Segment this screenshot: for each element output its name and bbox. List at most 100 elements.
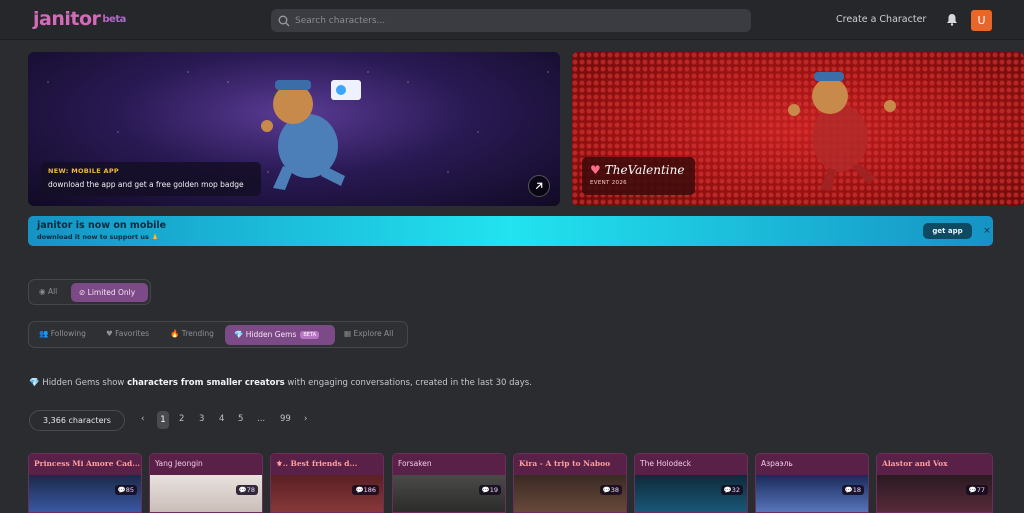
gem-icon: 💎 — [234, 330, 246, 339]
chat-icon: 💬 — [481, 486, 490, 494]
get-app-button[interactable]: get app — [923, 223, 972, 239]
banner-tag: NEW: MOBILE APP — [48, 167, 119, 175]
mobile-announcement-strip: janitor is now on mobile download it now… — [28, 216, 993, 246]
chat-icon: 💬 — [968, 486, 977, 494]
page-99-button[interactable]: 99 — [280, 414, 291, 424]
filter-all-label: All — [47, 287, 58, 296]
chat-icon: 💬 — [844, 486, 853, 494]
chat-count: 💬77 — [965, 485, 988, 495]
mobile-app-banner-caption: NEW: MOBILE APP download the app and get… — [41, 162, 261, 196]
chat-count-value: 78 — [246, 486, 255, 494]
valentine-banner-caption: ♥ TheValentine EVENT 2026 — [582, 157, 695, 195]
chat-count-value: 19 — [489, 486, 498, 494]
tab-explore-all-label: Explore All — [353, 329, 394, 338]
search-input[interactable] — [295, 15, 735, 26]
page-4-button[interactable]: 4 — [219, 414, 224, 424]
card-title: The Holodeck — [635, 454, 747, 475]
character-card[interactable]: Princess Mi Amore Cad... 💬85 — [28, 453, 142, 513]
tab-trending-label: Trending — [181, 329, 214, 338]
arrow-up-right-icon — [535, 182, 543, 190]
beta-badge: beta — [102, 14, 126, 25]
card-title: Yang Jeongin — [150, 454, 262, 475]
hidden-gems-description: 💎 Hidden Gems show characters from small… — [29, 378, 532, 388]
valentine-title: ♥ TheValentine — [590, 163, 687, 177]
chat-icon: 💬 — [117, 486, 126, 494]
chat-count-value: 186 — [363, 486, 376, 494]
prev-page-button[interactable]: ‹ — [141, 414, 144, 424]
character-card[interactable]: ⚜.. Best friends d... 💬186 — [270, 453, 384, 513]
chat-count: 💬85 — [114, 485, 137, 495]
chat-icon: 💬 — [602, 486, 611, 494]
card-title: ⚜.. Best friends d... — [271, 454, 383, 475]
filter-limited-label: Limited Only — [87, 288, 136, 297]
eye-off-icon: ⊘ — [79, 288, 88, 297]
janitor-logo[interactable]: janitor beta — [33, 8, 126, 30]
character-card[interactable]: Kira - A trip to Naboo 💬38 — [513, 453, 627, 513]
valentine-title-text: TheValentine — [604, 163, 685, 177]
tab-explore-all[interactable]: ▦ Explore All — [344, 329, 393, 338]
tab-following[interactable]: 👥 Following — [39, 329, 86, 338]
hg-prefix: Hidden Gems show — [42, 378, 128, 388]
open-banner-button[interactable] — [528, 175, 550, 197]
character-card[interactable]: Yang Jeongin 💬78 — [149, 453, 263, 513]
next-page-button[interactable]: › — [304, 414, 307, 424]
character-count: 3,366 characters — [29, 410, 125, 431]
chat-count: 💬78 — [235, 485, 258, 495]
heart-icon: ♥ — [106, 329, 116, 338]
character-card[interactable]: Forsaken 💬19 — [392, 453, 506, 513]
discovery-tabs: 👥 Following ♥ Favorites 🔥 Trending 💎 Hid… — [28, 321, 408, 348]
chat-count: 💬186 — [352, 485, 379, 495]
tab-following-label: Following — [50, 329, 86, 338]
page-2-button[interactable]: 2 — [179, 414, 184, 424]
card-title: Princess Mi Amore Cad... — [29, 454, 141, 475]
strip-subtitle: download it now to support us 🙏 — [37, 233, 160, 241]
card-title: Азраэль — [756, 454, 868, 475]
valentine-subtitle: EVENT 2026 — [590, 180, 627, 186]
character-card[interactable]: The Holodeck 💬32 — [634, 453, 748, 513]
chat-count: 💬19 — [478, 485, 501, 495]
page-5-button[interactable]: 5 — [238, 414, 243, 424]
hg-bold: characters from smaller creators — [127, 378, 285, 388]
chat-count-value: 77 — [976, 486, 985, 494]
beta-badge: BETA — [300, 331, 320, 339]
chat-icon: 💬 — [355, 486, 364, 494]
flame-icon: 🔥 — [170, 329, 182, 338]
filter-all-option[interactable]: ◉ All — [39, 287, 57, 296]
tab-hidden-gems[interactable]: 💎 Hidden Gems BETA — [225, 325, 335, 345]
character-card[interactable]: Alastor and Vox 💬77 — [876, 453, 993, 513]
chat-count-value: 32 — [731, 486, 740, 494]
chat-count-value: 38 — [610, 486, 619, 494]
top-header: janitorbeta Create a Character U — [0, 0, 1024, 40]
chat-count: 💬18 — [841, 485, 864, 495]
banner-description: download the app and get a free golden m… — [48, 180, 244, 189]
page-3-button[interactable]: 3 — [199, 414, 204, 424]
bell-icon[interactable] — [946, 13, 958, 26]
strip-title: janitor is now on mobile — [37, 220, 167, 231]
chat-icon: 💬 — [723, 486, 732, 494]
chat-count-value: 85 — [125, 486, 134, 494]
close-strip-button[interactable]: × — [980, 223, 994, 239]
page-1-button[interactable]: 1 — [157, 411, 169, 429]
search-icon — [278, 15, 290, 26]
card-title: Kira - A trip to Naboo — [514, 454, 626, 475]
tab-favorites-label: Favorites — [115, 329, 149, 338]
search-bar[interactable] — [271, 9, 751, 32]
gem-icon: 💎 — [29, 378, 43, 388]
heart-icon: ♥ — [590, 163, 601, 177]
chat-count-value: 18 — [852, 486, 861, 494]
eye-icon: ◉ — [39, 287, 48, 296]
mascot-rose-bed-illustration — [788, 72, 896, 190]
pagination-ellipsis: ... — [257, 414, 266, 424]
create-character-link[interactable]: Create a Character — [836, 14, 926, 25]
filter-limited-option[interactable]: ⊘ Limited Only — [71, 283, 148, 302]
chat-icon: 💬 — [238, 486, 247, 494]
chat-count: 💬32 — [720, 485, 743, 495]
tab-trending[interactable]: 🔥 Trending — [170, 329, 214, 338]
tab-favorites[interactable]: ♥ Favorites — [106, 329, 149, 338]
user-avatar[interactable]: U — [971, 10, 992, 31]
tab-hidden-gems-label: Hidden Gems — [245, 330, 297, 339]
logo-text: janitor — [33, 8, 101, 30]
card-title: Alastor and Vox — [877, 454, 992, 475]
character-card[interactable]: Азраэль 💬18 — [755, 453, 869, 513]
chat-count: 💬38 — [599, 485, 622, 495]
